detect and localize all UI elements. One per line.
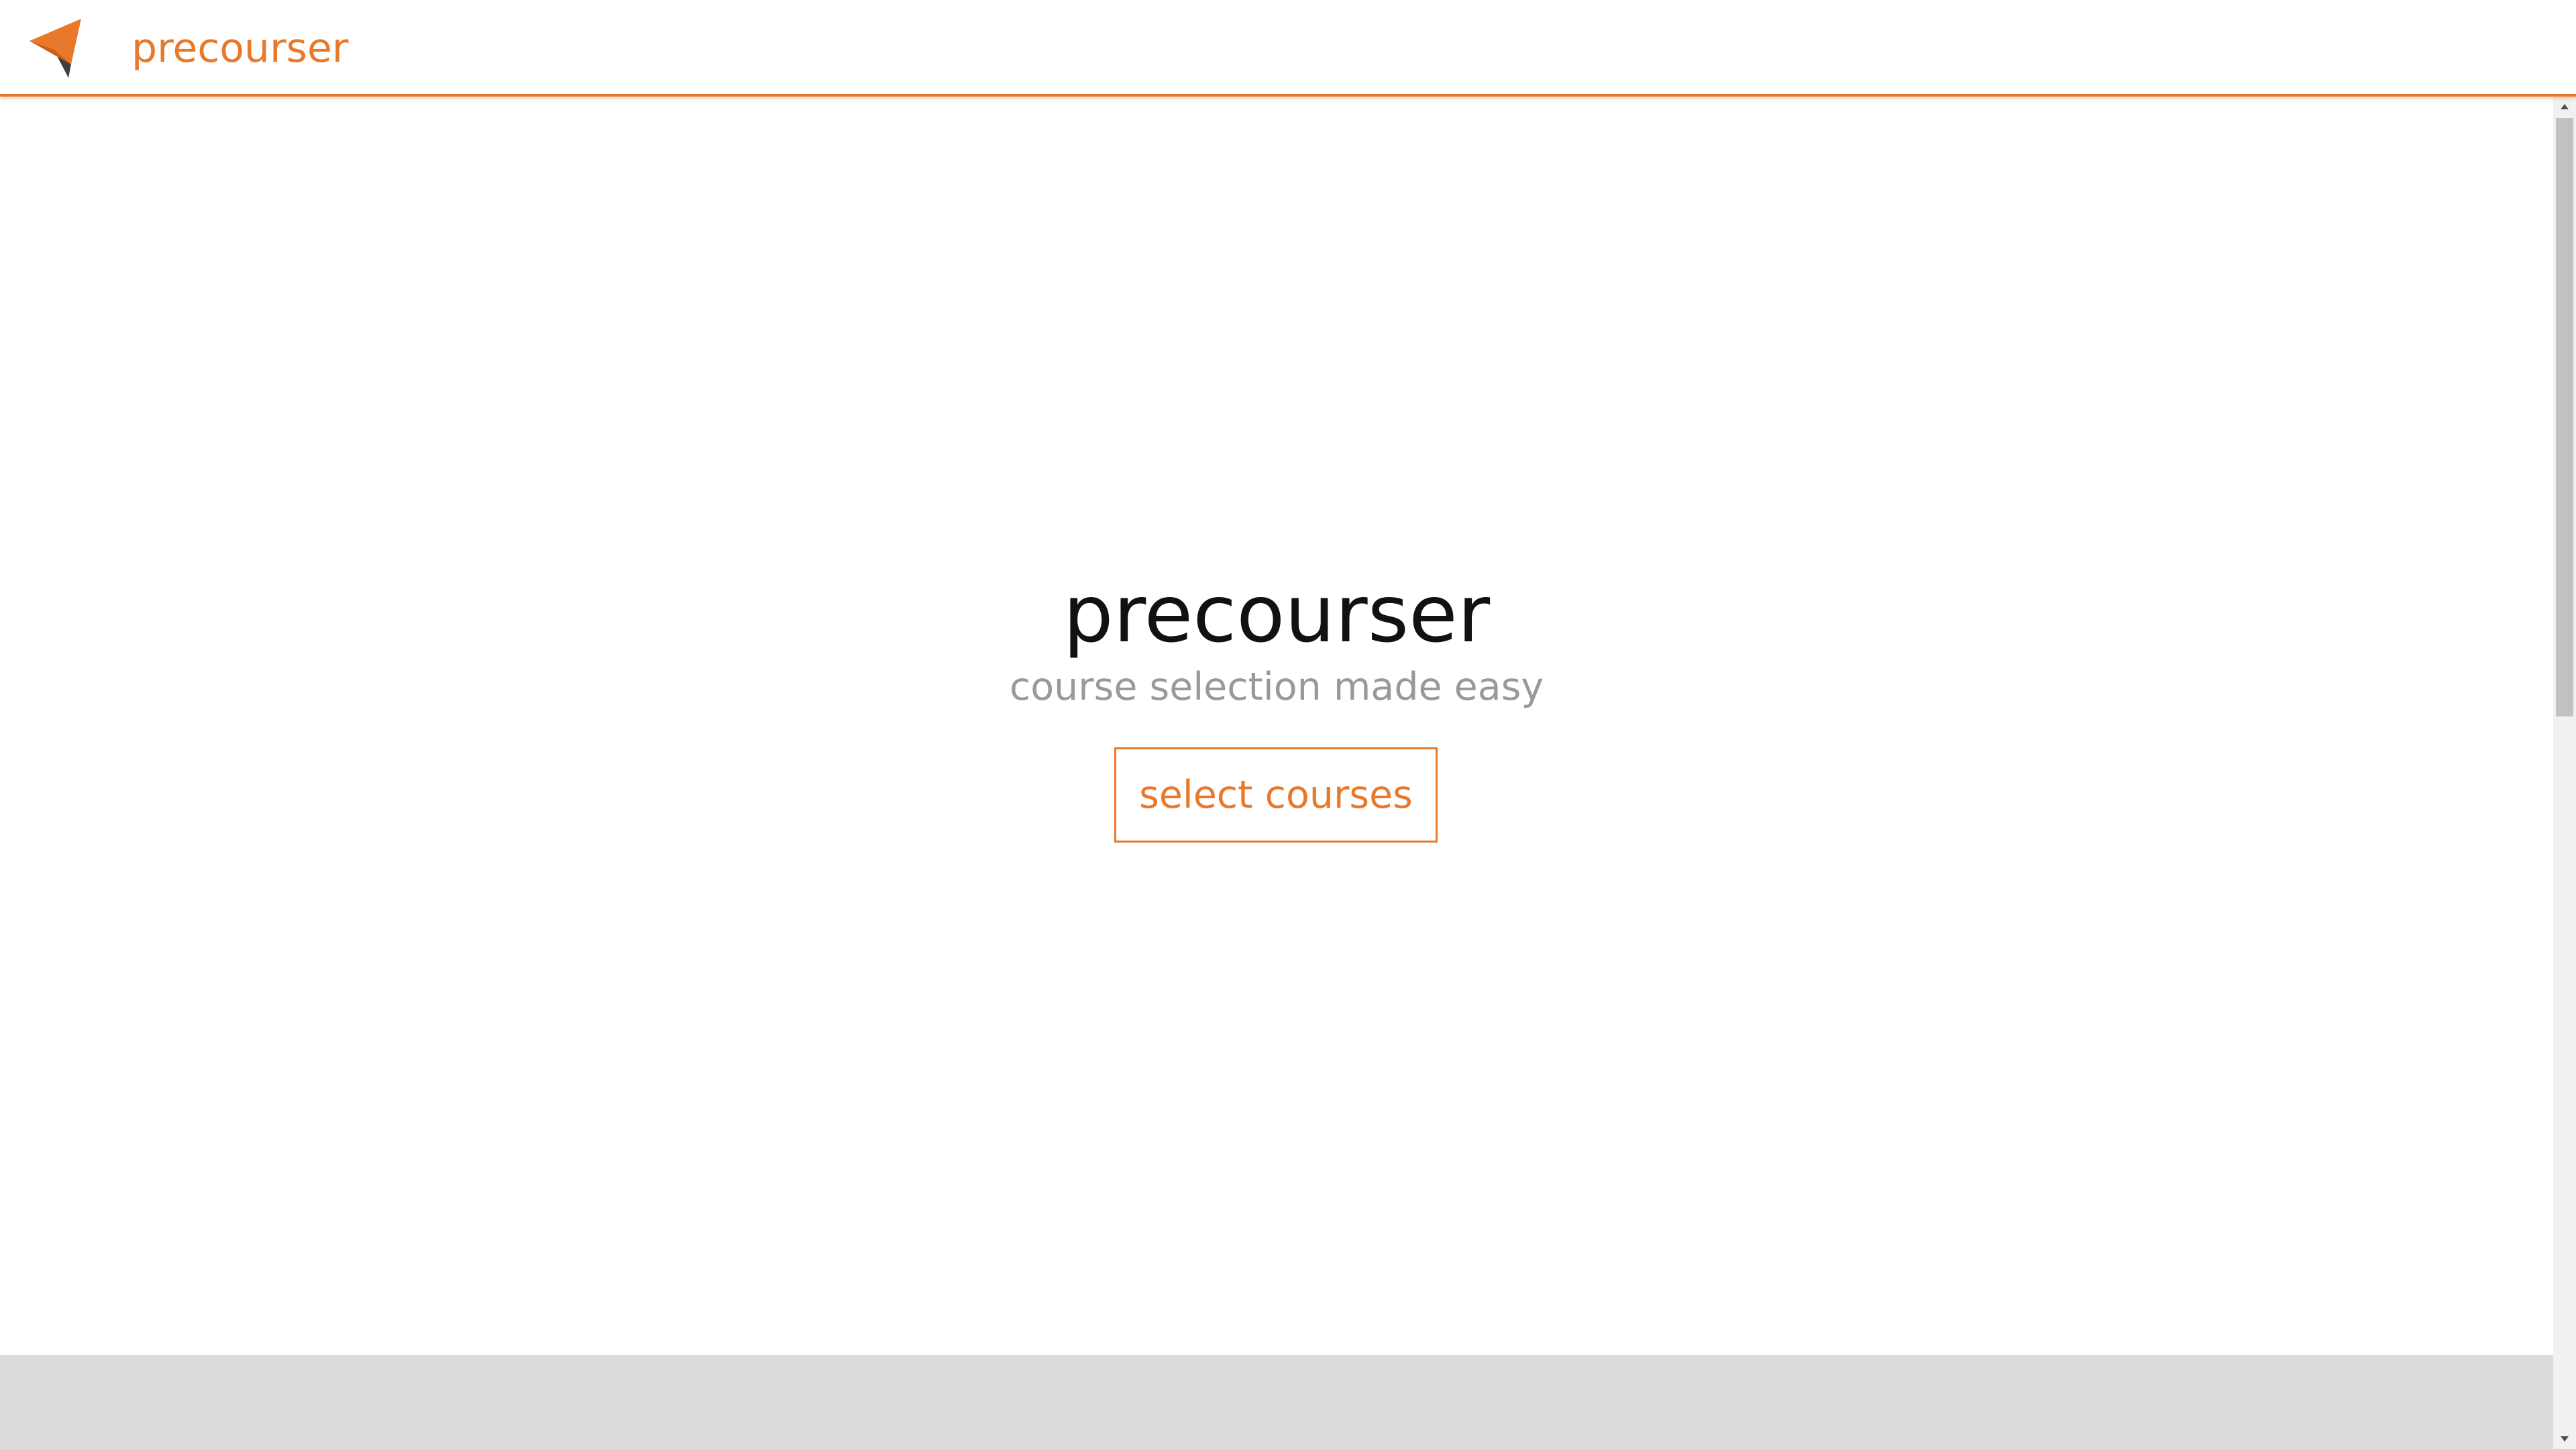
hero-title: precourser bbox=[1063, 568, 1491, 660]
brand-link[interactable]: precourser bbox=[131, 20, 349, 76]
vertical-scrollbar[interactable] bbox=[2553, 97, 2576, 1449]
top-navbar: precourser bbox=[0, 0, 2576, 97]
page-footer bbox=[0, 1355, 2553, 1449]
scroll-down-arrow-icon[interactable] bbox=[2553, 1429, 2576, 1449]
scrollbar-thumb[interactable] bbox=[2556, 118, 2573, 716]
select-courses-button[interactable]: select courses bbox=[1114, 747, 1438, 843]
main-content: precourser course selection made easy se… bbox=[0, 97, 2553, 1355]
paper-plane-arrow-icon[interactable] bbox=[30, 19, 85, 78]
scroll-up-arrow-icon[interactable] bbox=[2553, 97, 2576, 117]
hero-subtitle: course selection made easy bbox=[1009, 665, 1544, 709]
